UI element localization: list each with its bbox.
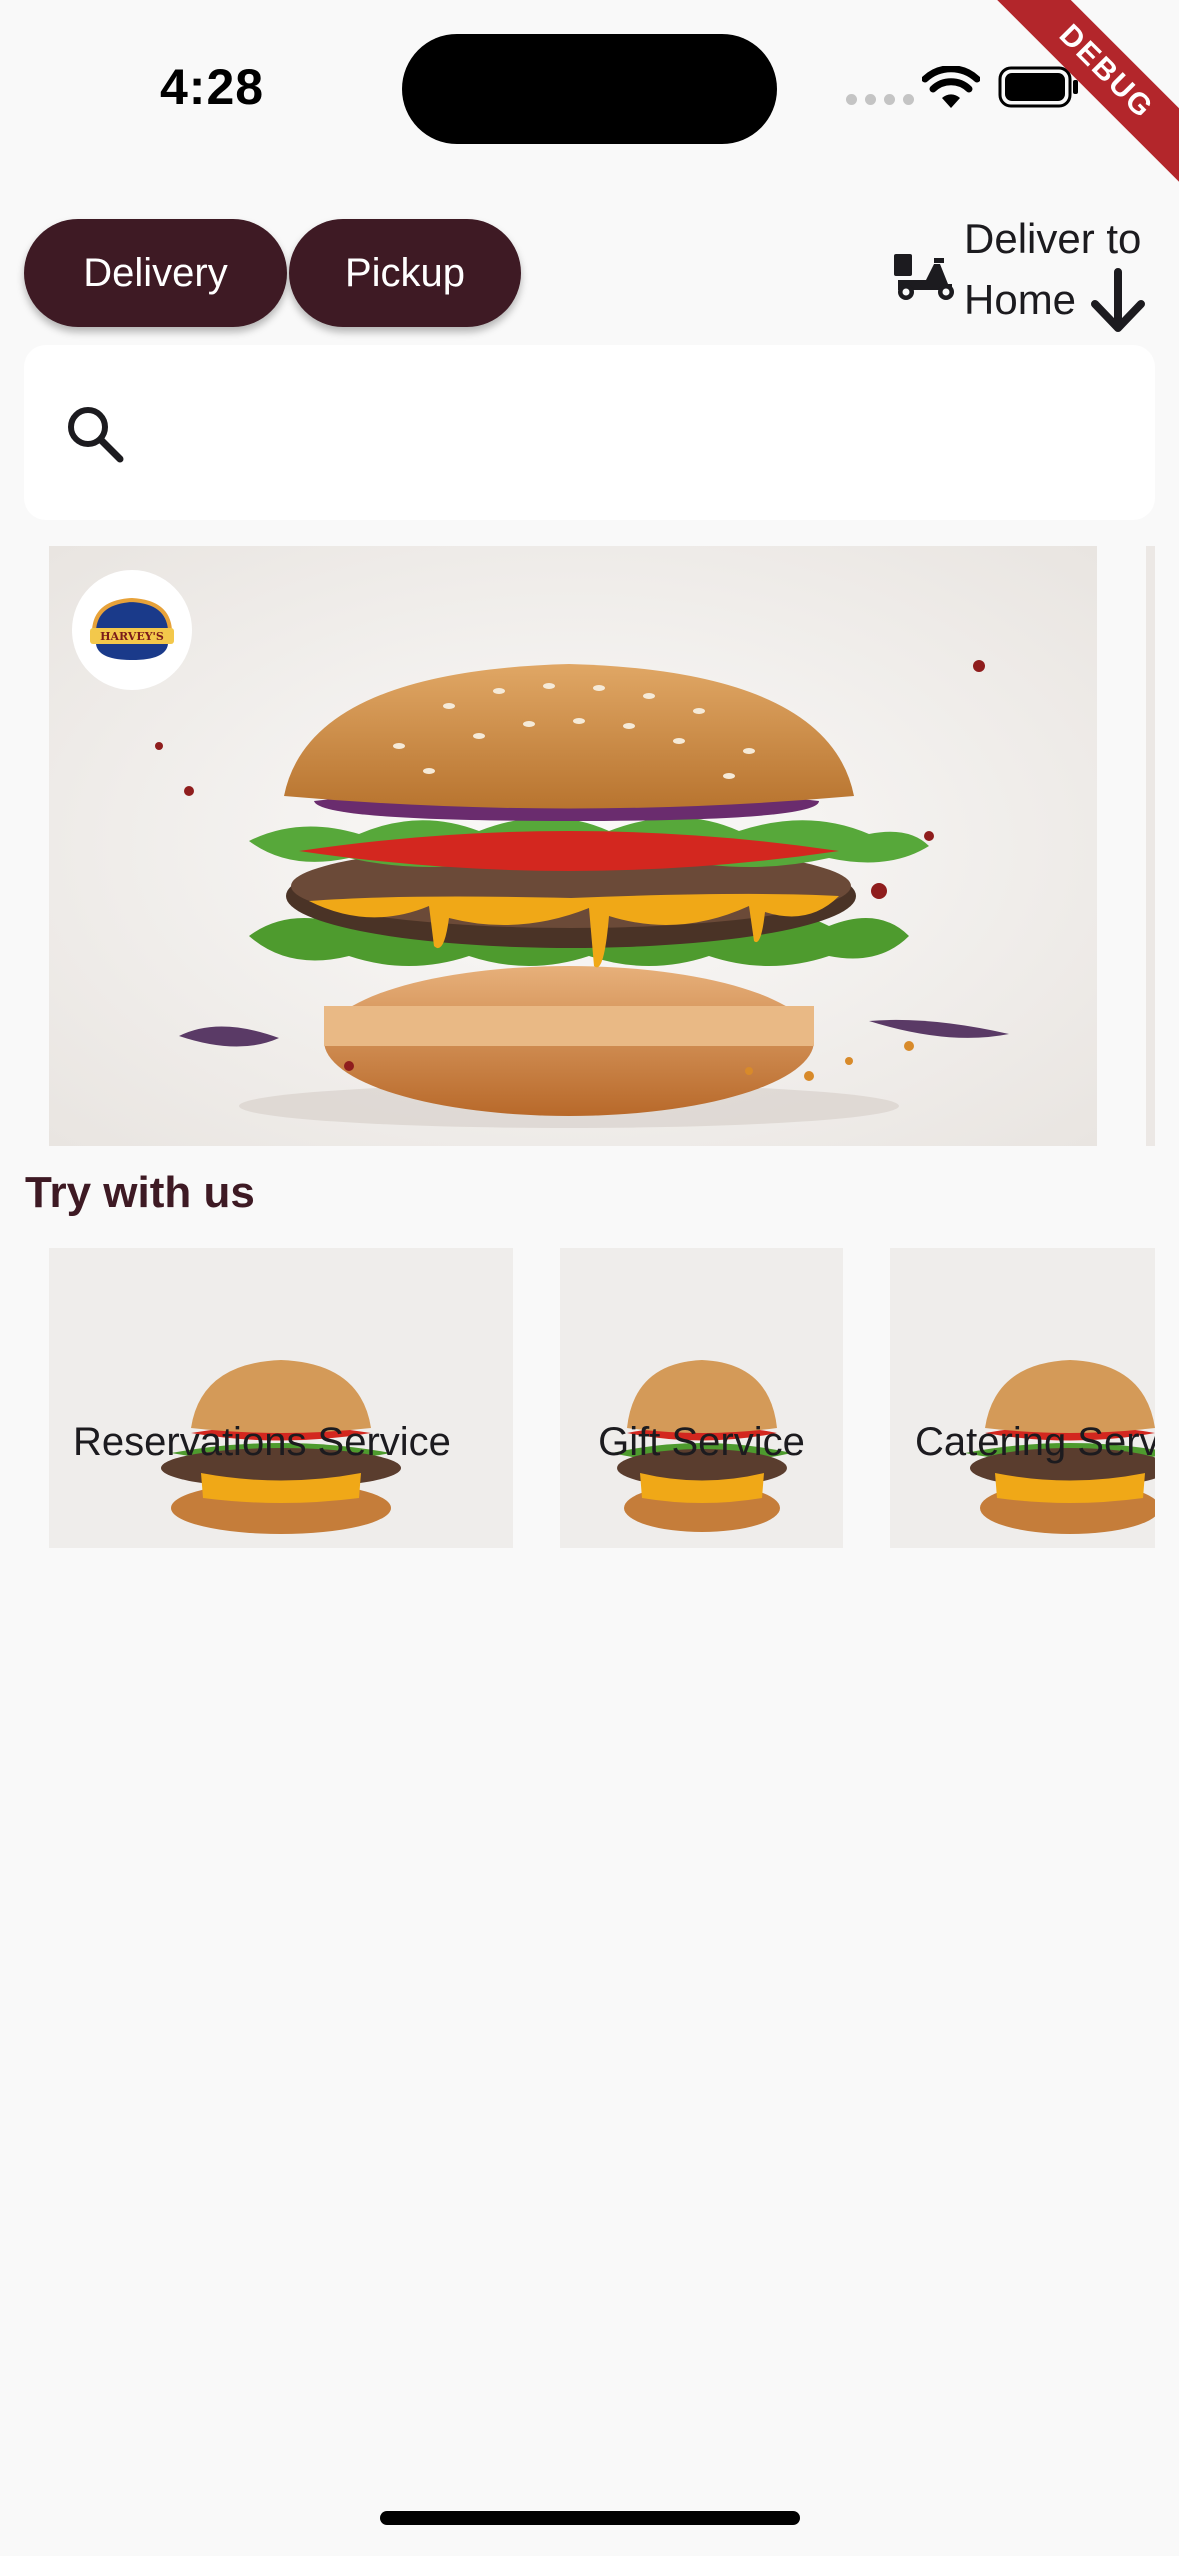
section-title: Try with us [25,1168,255,1217]
battery-icon [998,66,1078,108]
service-card-catering[interactable]: Catering Service [890,1248,1155,1548]
service-card-gift[interactable]: Gift Service [560,1248,843,1548]
burger-image [49,546,1097,1146]
service-card-label: Gift Service [598,1420,805,1464]
harveys-logo-icon: HARVEY'S [90,597,174,660]
delivery-button[interactable]: Delivery [24,219,287,327]
deliver-to-selector[interactable]: Deliver to Home [892,208,1162,333]
hero-banner-image[interactable] [49,546,1097,1146]
wifi-icon [922,66,980,108]
dynamic-island [402,34,777,144]
search-icon [68,407,124,463]
brand-logo-text: HARVEY'S [100,630,164,643]
service-cards-carousel[interactable]: Reservations Service Gift Service Cateri… [49,1248,1155,1548]
deliver-to-address: Home [964,276,1077,323]
service-card-label: Catering Service [915,1420,1155,1464]
search-bar[interactable] [24,345,1155,520]
status-time: 4:28 [160,59,265,115]
next-banner-peek[interactable] [1146,546,1155,1146]
scooter-icon [894,254,954,300]
cellular-signal-icon [846,94,914,105]
service-card-label: Reservations Service [73,1420,451,1464]
deliver-to-label: Deliver to [964,215,1142,262]
pickup-button[interactable]: Pickup [289,219,521,327]
arrow-down-icon [1091,268,1145,332]
brand-logo: HARVEY'S [72,570,192,690]
home-indicator[interactable] [380,2511,800,2525]
service-card-reservations[interactable]: Reservations Service [49,1248,513,1548]
